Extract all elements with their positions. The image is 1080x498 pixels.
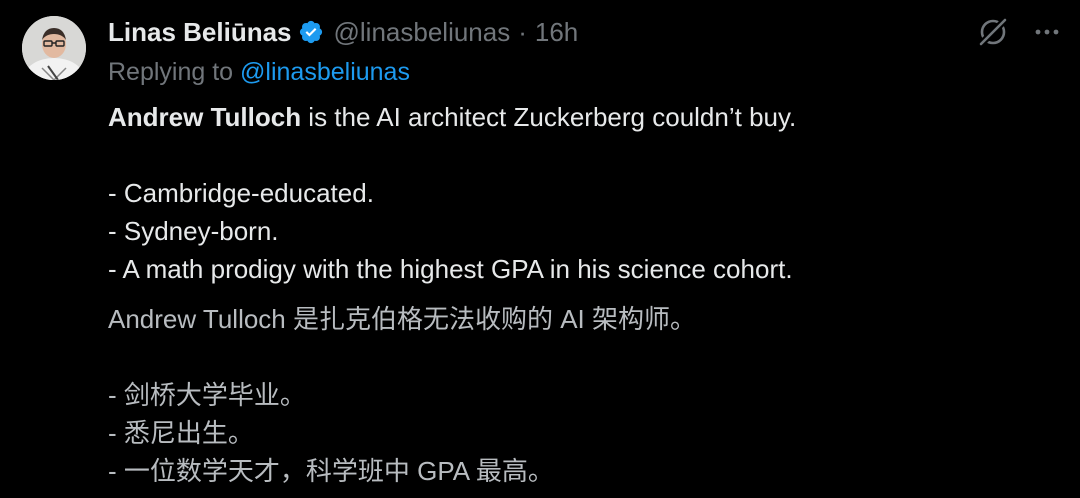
translation-bullet: - 一位数学天才，科学班中 GPA 最高。 [108,456,554,486]
tweet-bullet: - A math prodigy with the highest GPA in… [108,254,793,284]
translation-bullet: - 剑桥大学毕业。 [108,380,306,410]
replying-to-label: Replying to [108,58,241,86]
timestamp[interactable]: 16h [535,17,578,48]
separator-dot: · [518,16,527,47]
replying-to: Replying to @linasbeliunas [108,58,410,87]
translation-intro: Andrew Tulloch 是扎克伯格无法收购的 AI 架构师。 [108,304,696,334]
header-actions [976,14,1062,50]
tweet-text: Andrew Tulloch is the AI architect Zucke… [108,98,1058,288]
profile-photo [22,16,86,80]
display-name[interactable]: Linas Beliūnas [108,17,292,48]
grok-icon[interactable] [976,15,1010,49]
tweet-intro-rest: is the AI architect Zuckerberg couldn’t … [301,102,797,132]
tweet-intro: Andrew Tulloch is the AI architect Zucke… [108,98,1058,136]
reply-mention-link[interactable]: @linasbeliunas [240,58,410,86]
tweet-header: Linas Beliūnas @linasbeliunas · 16h [108,14,578,50]
verified-badge-icon [298,19,324,45]
user-handle[interactable]: @linasbeliunas [334,17,511,48]
tweet: Linas Beliūnas @linasbeliunas · 16h Repl… [0,0,1080,498]
tweet-bullet: - Sydney-born. [108,216,279,246]
avatar[interactable] [22,16,86,80]
more-icon[interactable] [1032,17,1062,47]
tweet-bullet: - Cambridge-educated. [108,178,374,208]
translation-text: Andrew Tulloch 是扎克伯格无法收购的 AI 架构师。 - 剑桥大学… [108,300,1058,490]
tweet-intro-bold: Andrew Tulloch [108,102,302,132]
translation-bullet: - 悉尼出生。 [108,418,254,448]
